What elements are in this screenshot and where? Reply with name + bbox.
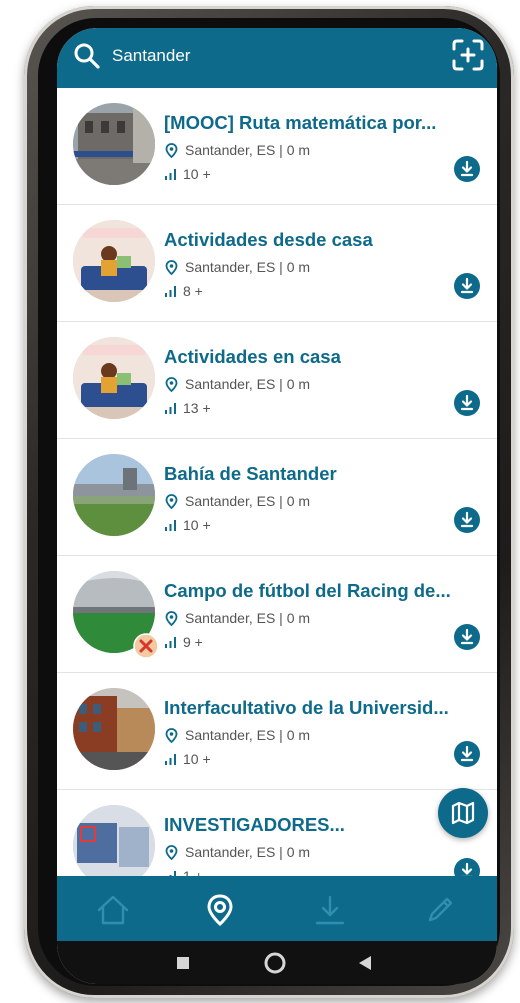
route-location-text: Santander, ES | 0 m	[185, 727, 311, 743]
route-location: Santander, ES | 0 m	[165, 610, 310, 626]
route-stat: 10 +	[165, 166, 211, 182]
route-thumbnail	[73, 220, 155, 302]
route-count: 9 +	[183, 634, 203, 650]
list-item[interactable]: Campo de fútbol del Racing de... Santand…	[57, 556, 497, 673]
route-stat: 9 +	[165, 634, 203, 650]
home-icon[interactable]	[95, 892, 131, 928]
route-count: 10 +	[183, 166, 211, 182]
unavailable-icon	[133, 633, 159, 659]
route-stat: 13 +	[165, 400, 211, 416]
search-input[interactable]: Santander	[112, 46, 190, 66]
route-thumbnail	[73, 805, 155, 876]
signal-bars-icon	[165, 637, 176, 648]
location-pin-icon	[165, 376, 178, 392]
download-icon[interactable]	[454, 273, 480, 299]
route-count: 8 +	[183, 283, 203, 299]
route-count: 10 +	[183, 517, 211, 533]
signal-bars-icon	[165, 286, 176, 297]
route-count: 10 +	[183, 751, 211, 767]
route-list: [MOOC] Ruta matemática por... Santander,…	[57, 88, 497, 876]
route-stat: 10 +	[165, 751, 211, 767]
signal-bars-icon	[165, 754, 176, 765]
route-location: Santander, ES | 0 m	[165, 376, 310, 392]
route-location: Santander, ES | 0 m	[165, 259, 310, 275]
pencil-icon[interactable]	[422, 892, 458, 928]
download-icon[interactable]	[454, 507, 480, 533]
route-thumbnail	[73, 103, 155, 185]
route-thumbnail	[73, 337, 155, 419]
scan-add-icon[interactable]	[451, 38, 485, 72]
list-item[interactable]: Actividades desde casa Santander, ES | 0…	[57, 205, 497, 322]
location-pin-icon	[165, 259, 178, 275]
route-count: 13 +	[183, 400, 211, 416]
signal-bars-icon	[165, 403, 176, 414]
route-location-text: Santander, ES | 0 m	[185, 610, 311, 626]
route-count: 1 +	[183, 868, 203, 876]
signal-bars-icon	[165, 520, 176, 531]
route-location: Santander, ES | 0 m	[165, 142, 310, 158]
download-icon[interactable]	[454, 390, 480, 416]
route-title: [MOOC] Ruta matemática por...	[164, 112, 437, 133]
download-icon[interactable]	[454, 156, 480, 182]
route-thumbnail	[73, 688, 155, 770]
search-icon[interactable]	[73, 42, 101, 70]
route-title: Campo de fútbol del Racing de...	[164, 580, 451, 601]
bottom-navigation	[57, 876, 497, 941]
route-location-text: Santander, ES | 0 m	[185, 259, 311, 275]
route-title: Actividades en casa	[164, 346, 341, 367]
signal-bars-icon	[165, 169, 176, 180]
home-circle-icon[interactable]	[264, 952, 286, 974]
download-tray-icon[interactable]	[312, 892, 348, 928]
download-icon[interactable]	[454, 741, 480, 767]
search-bar: Santander	[57, 28, 497, 88]
map-view-button[interactable]	[438, 788, 488, 838]
route-location: Santander, ES | 0 m	[165, 844, 310, 860]
route-location-text: Santander, ES | 0 m	[185, 142, 311, 158]
location-pin-icon	[165, 610, 178, 626]
location-target-icon[interactable]	[202, 892, 238, 928]
download-icon[interactable]	[454, 858, 480, 876]
list-item[interactable]: Interfacultativo de la Universid... Sant…	[57, 673, 497, 790]
route-location-text: Santander, ES | 0 m	[185, 376, 311, 392]
system-navigation-bar	[57, 941, 497, 984]
route-location: Santander, ES | 0 m	[165, 493, 310, 509]
route-location-text: Santander, ES | 0 m	[185, 493, 311, 509]
list-item[interactable]: [MOOC] Ruta matemática por... Santander,…	[57, 88, 497, 205]
location-pin-icon	[165, 493, 178, 509]
route-title: Actividades desde casa	[164, 229, 373, 250]
download-icon[interactable]	[454, 624, 480, 650]
route-location-text: Santander, ES | 0 m	[185, 844, 311, 860]
app-screen: Santander [MOOC] Ruta matemática por... …	[57, 28, 497, 984]
route-location: Santander, ES | 0 m	[165, 727, 310, 743]
list-item[interactable]: INVESTIGADORES... Santander, ES | 0 m 1 …	[57, 790, 497, 876]
location-pin-icon	[165, 142, 178, 158]
recent-apps-icon[interactable]	[177, 957, 189, 969]
route-thumbnail	[73, 454, 155, 536]
location-pin-icon	[165, 727, 178, 743]
map-icon	[451, 801, 475, 825]
route-title: INVESTIGADORES...	[164, 814, 345, 835]
location-pin-icon	[165, 844, 178, 860]
list-item[interactable]: Bahía de Santander Santander, ES | 0 m 1…	[57, 439, 497, 556]
route-stat: 10 +	[165, 517, 211, 533]
list-item[interactable]: Actividades en casa Santander, ES | 0 m …	[57, 322, 497, 439]
back-icon[interactable]	[359, 956, 371, 970]
route-stat: 8 +	[165, 283, 203, 299]
route-stat: 1 +	[165, 868, 203, 876]
route-title: Interfacultativo de la Universid...	[164, 697, 449, 718]
route-title: Bahía de Santander	[164, 463, 337, 484]
